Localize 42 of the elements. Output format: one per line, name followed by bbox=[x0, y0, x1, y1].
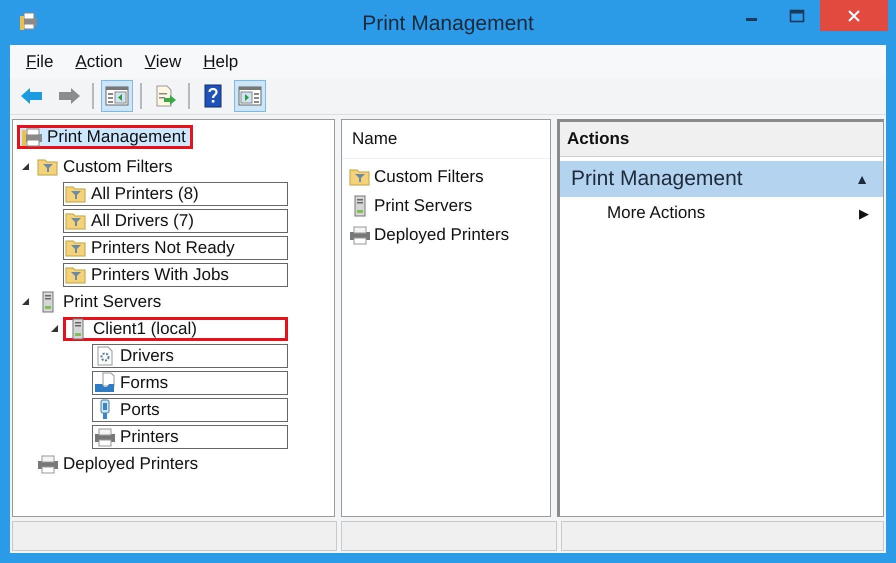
minimize-icon bbox=[746, 18, 756, 21]
toolbar-button[interactable] bbox=[234, 80, 266, 112]
toolbar-button[interactable] bbox=[101, 80, 133, 112]
tree-item[interactable]: Drivers bbox=[92, 344, 288, 368]
menu-item[interactable]: View bbox=[144, 52, 182, 72]
expand-toggle-icon[interactable] bbox=[20, 162, 30, 171]
tree-item[interactable]: Printers bbox=[92, 424, 288, 448]
tree-item[interactable]: Ports bbox=[92, 398, 288, 422]
tree-item[interactable]: Printers Not Ready bbox=[63, 236, 288, 260]
list-item[interactable]: Custom Filters bbox=[342, 162, 550, 191]
printer-icon bbox=[18, 10, 40, 32]
tree-item[interactable]: Printers With Jobs bbox=[63, 262, 288, 286]
printer-icon bbox=[348, 224, 372, 246]
printer-icon bbox=[20, 126, 44, 148]
close-button[interactable] bbox=[820, 0, 888, 31]
menu-item[interactable]: Help bbox=[203, 52, 238, 72]
expand-toggle-icon[interactable] bbox=[20, 297, 30, 306]
tree-item[interactable]: Custom Filters bbox=[34, 154, 179, 178]
expand-toggle-icon[interactable] bbox=[50, 324, 58, 333]
pane-icon bbox=[104, 84, 130, 108]
printer-icon bbox=[93, 426, 117, 448]
tree-item[interactable]: All Printers (8) bbox=[63, 182, 288, 206]
window-title: Print Management bbox=[362, 10, 534, 36]
tree-item[interactable]: Deployed Printers bbox=[34, 452, 204, 476]
section-header[interactable]: Print Management ▲ bbox=[560, 161, 883, 197]
column-header[interactable]: Name bbox=[342, 120, 550, 159]
tree-item[interactable]: Print Servers bbox=[34, 290, 168, 314]
pane-icon bbox=[237, 84, 263, 108]
tree-item[interactable]: Client1 (local) bbox=[63, 316, 288, 340]
list-item[interactable]: Print Servers bbox=[342, 191, 550, 220]
list-item[interactable]: Deployed Printers bbox=[342, 220, 550, 249]
tree-item[interactable]: Print Management bbox=[17, 125, 193, 149]
maximize-icon bbox=[789, 8, 805, 22]
tray-icon bbox=[93, 372, 117, 394]
close-icon bbox=[847, 8, 861, 22]
tree-item[interactable]: All Drivers (7) bbox=[63, 208, 288, 232]
tree-item[interactable]: Forms bbox=[92, 370, 288, 394]
action-item[interactable]: More Actions ▶ bbox=[560, 197, 883, 229]
menu-item[interactable]: File bbox=[26, 52, 54, 72]
menu-item[interactable]: Action bbox=[75, 52, 123, 72]
pane-header: Actions bbox=[560, 122, 883, 157]
printer-icon bbox=[36, 452, 60, 474]
